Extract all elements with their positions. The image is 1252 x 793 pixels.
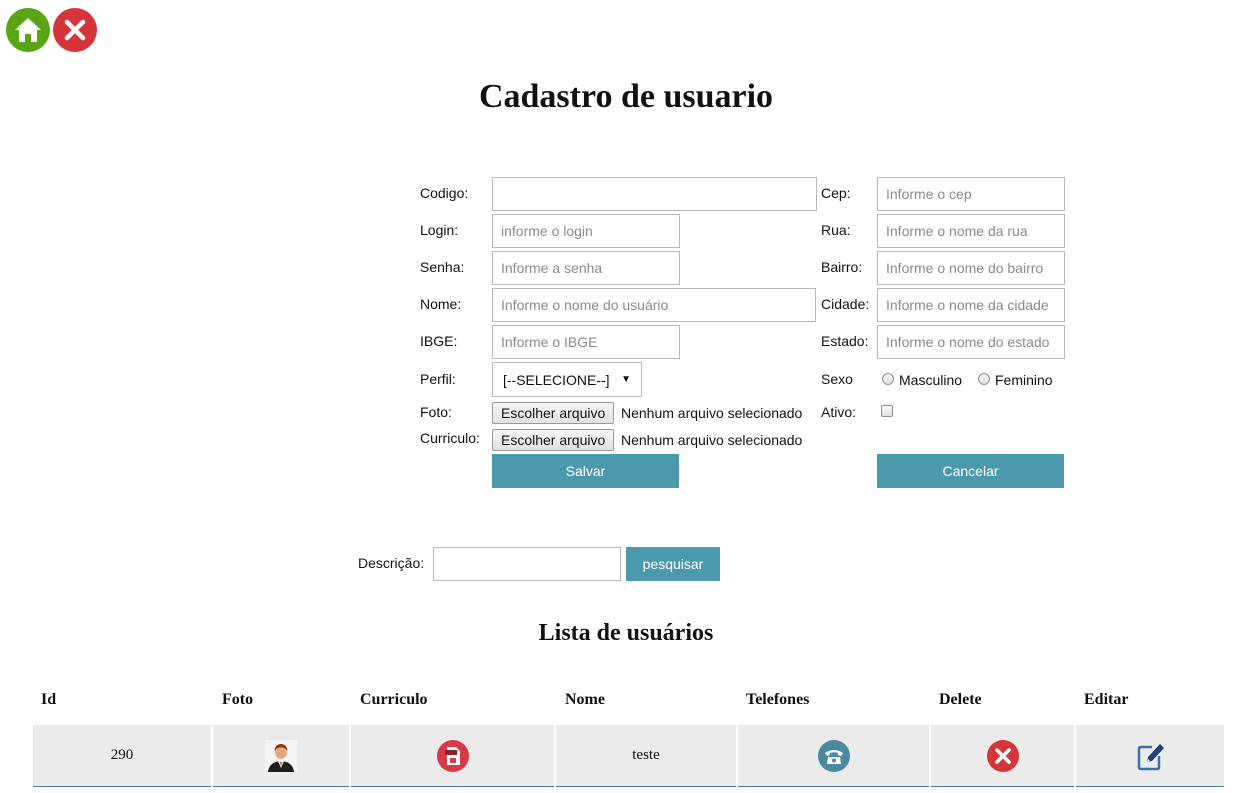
column-header-telefones: Telefones [746,691,810,708]
perfil-selected-value: [--SELECIONE--] [503,371,610,388]
cell-id: 290 [33,725,211,787]
ativo-checkbox[interactable] [881,405,893,417]
perfil-select[interactable]: [--SELECIONE--] ▼ [492,362,642,397]
bairro-label: Bairro: [821,259,863,275]
cell-foto [213,725,349,787]
curriculo-file-status: Nenhum arquivo selecionado [621,432,803,448]
ativo-label: Ativo: [821,404,857,420]
rua-label: Rua: [821,222,851,238]
column-header-delete: Delete [939,691,982,708]
page-title: Cadastro de usuario [478,78,774,115]
sexo-label: Sexo [821,371,853,387]
masculino-label: Masculino [899,372,963,388]
senha-input[interactable] [492,251,680,285]
perfil-label: Perfil: [420,371,456,387]
codigo-input[interactable] [492,177,817,211]
feminino-radio[interactable] [978,373,990,385]
dropdown-arrow-icon: ▼ [621,374,631,385]
phone-icon[interactable] [817,739,851,773]
foto-label: Foto: [420,404,452,420]
cell-delete [931,725,1074,787]
user-avatar-icon[interactable] [265,739,297,772]
search-button[interactable]: pesquisar [626,547,720,581]
cep-label: Cep: [821,185,851,201]
ibge-label: IBGE: [420,333,458,349]
cidade-label: Cidade: [821,296,870,312]
foto-file-status: Nenhum arquivo selecionado [621,405,803,421]
search-input[interactable] [433,547,621,581]
column-header-editar: Editar [1084,691,1129,708]
list-title: Lista de usuários [538,620,714,646]
edit-icon[interactable] [1132,738,1168,774]
feminino-label: Feminino [995,372,1053,388]
row-id: 290 [110,747,134,763]
close-icon [64,19,86,41]
login-input[interactable] [492,214,680,248]
curriculo-file-button[interactable]: Escolher arquivo [492,429,615,451]
cell-curriculo [351,725,554,787]
codigo-label: Codigo: [420,185,469,201]
curriculo-label: Curriculo: [420,430,480,446]
cell-nome: teste [556,725,736,787]
close-button[interactable] [53,8,97,52]
column-header-curriculo: Curriculo [360,691,428,708]
column-header-nome: Nome [565,691,605,708]
bairro-input[interactable] [877,251,1065,285]
senha-label: Senha: [420,259,465,275]
estado-input[interactable] [877,325,1065,359]
masculino-radio[interactable] [882,373,894,385]
pdf-icon[interactable] [436,739,470,773]
estado-label: Estado: [821,333,869,349]
foto-file-button[interactable]: Escolher arquivo [492,402,615,424]
cell-telefones [738,725,929,787]
cep-input[interactable] [877,177,1065,211]
rua-input[interactable] [877,214,1065,248]
search-label: Descrição: [358,555,425,571]
cidade-input[interactable] [877,288,1065,322]
login-label: Login: [420,222,459,238]
ibge-input[interactable] [492,325,680,359]
home-icon [15,18,41,42]
column-header-foto: Foto [222,691,254,708]
nome-input[interactable] [492,288,816,322]
column-header-id: Id [41,691,57,708]
home-button[interactable] [6,8,50,52]
cell-editar [1076,725,1224,787]
cancel-button[interactable]: Cancelar [877,454,1064,488]
delete-icon[interactable] [986,739,1020,773]
row-nome: teste [632,747,660,763]
nome-label: Nome: [420,296,462,312]
save-button[interactable]: Salvar [492,454,679,488]
